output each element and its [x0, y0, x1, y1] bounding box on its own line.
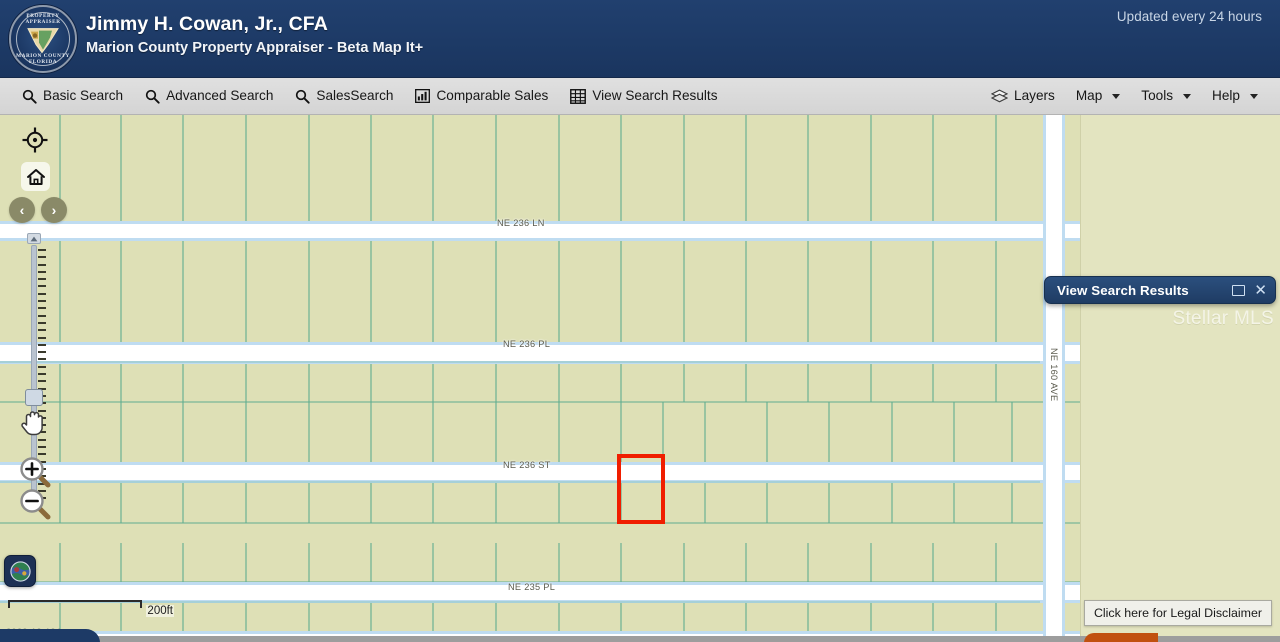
toolbar-label: Basic Search [43, 88, 124, 104]
main-toolbar: Basic Search Advanced Search SalesSearch [0, 78, 1280, 115]
close-icon: ✕ [1254, 281, 1267, 299]
bar-chart-icon [415, 89, 431, 103]
home-extent-button[interactable] [21, 162, 50, 191]
panel-window-buttons: ✕ [1232, 283, 1267, 298]
pan-hand-icon[interactable] [18, 405, 48, 437]
home-icon [26, 168, 45, 185]
search-icon [22, 89, 37, 104]
toolbar-label: View Search Results [592, 88, 718, 104]
map-history-nav: ‹ › [9, 197, 67, 223]
map-canvas[interactable]: Stellar MLS NE 236 LN NE 236 PL NE 236 S… [0, 115, 1280, 642]
panel-title: View Search Results [1057, 282, 1189, 298]
toolbar-label: Advanced Search [166, 88, 274, 104]
panel-close-button[interactable]: ✕ [1254, 283, 1267, 298]
toolbar-item-view-search-results[interactable]: View Search Results [570, 88, 718, 104]
panel-restore-button[interactable] [1232, 284, 1246, 296]
map-next-extent-button[interactable]: › [41, 197, 67, 223]
site-header: PROPERTY APPRAISER MARION COUNTY FLORIDA… [0, 0, 1280, 78]
scale-bar-label: 200ft [146, 605, 174, 617]
table-grid-icon [570, 88, 587, 104]
toolbar-label: SalesSearch [316, 88, 394, 104]
toolbar-right-group: Layers Map Tools Help [991, 88, 1280, 104]
scale-bar-line [8, 600, 142, 608]
toolbar-item-comparable-sales[interactable]: Comparable Sales [415, 89, 548, 103]
restore-window-icon [1232, 284, 1246, 296]
toolbar-label: Comparable Sales [436, 88, 549, 104]
crosshair-locate-icon[interactable] [21, 126, 49, 154]
search-icon [145, 89, 160, 104]
toolbar-label: Map [1075, 88, 1103, 104]
toolbar-item-advanced-search[interactable]: Advanced Search [145, 89, 273, 104]
office-subtitle: Marion County Property Appraiser - Beta … [86, 40, 424, 56]
chevron-right-icon: › [51, 202, 57, 218]
view-search-results-panel[interactable]: View Search Results ✕ [1044, 276, 1276, 304]
layers-icon [991, 88, 1009, 104]
toolbar-left-group: Basic Search Advanced Search SalesSearch [0, 88, 718, 104]
map-previous-extent-button[interactable]: ‹ [9, 197, 35, 223]
toolbar-menu-help[interactable]: Help [1212, 89, 1258, 103]
scale-bar: 200ft [8, 600, 174, 618]
toolbar-label: Help [1212, 88, 1240, 104]
page-title: Jimmy H. Cowan, Jr., CFA Marion County P… [86, 13, 423, 58]
update-frequency-note: Updated every 24 hours [1116, 9, 1262, 24]
county-seal-icon: PROPERTY APPRAISER MARION COUNTY FLORIDA [9, 5, 77, 73]
basemap-gallery-button[interactable] [4, 555, 36, 587]
chevron-down-icon [1250, 93, 1258, 99]
toolbar-item-basic-search[interactable]: Basic Search [22, 89, 123, 104]
seal-text-top: PROPERTY APPRAISER [25, 13, 61, 25]
chevron-left-icon: ‹ [19, 202, 25, 218]
toolbar-menu-map[interactable]: Map [1075, 88, 1121, 104]
bottom-left-accent [0, 629, 100, 642]
basemap-globe-icon [9, 560, 31, 582]
legal-disclaimer-button[interactable]: Click here for Legal Disclaimer [1083, 600, 1272, 626]
zoom-slider-top-button[interactable] [27, 233, 41, 244]
map-it-application: PROPERTY APPRAISER MARION COUNTY FLORIDA… [0, 0, 1280, 642]
caret-up-icon [30, 236, 38, 241]
toolbar-item-sales-search[interactable]: SalesSearch [295, 89, 393, 104]
toolbar-label: Tools [1141, 88, 1174, 104]
toolbar-menu-tools[interactable]: Tools [1141, 88, 1192, 104]
chevron-down-icon [1112, 93, 1121, 99]
magnifier-minus-icon[interactable] [18, 487, 52, 521]
bottom-right-accent [1084, 633, 1158, 642]
toolbar-label: Layers [1014, 88, 1055, 104]
zoom-slider-thumb[interactable] [25, 389, 43, 406]
map-vector-layer [0, 115, 1080, 642]
search-icon [295, 89, 311, 104]
chevron-down-icon [1183, 93, 1192, 99]
seal-text-bottom: MARION COUNTY FLORIDA [16, 53, 70, 65]
seal-emblem-icon [27, 28, 59, 54]
toolbar-item-layers[interactable]: Layers [991, 88, 1055, 104]
appraiser-name: Jimmy H. Cowan, Jr., CFA [86, 13, 328, 35]
magnifier-plus-icon[interactable] [18, 455, 52, 489]
